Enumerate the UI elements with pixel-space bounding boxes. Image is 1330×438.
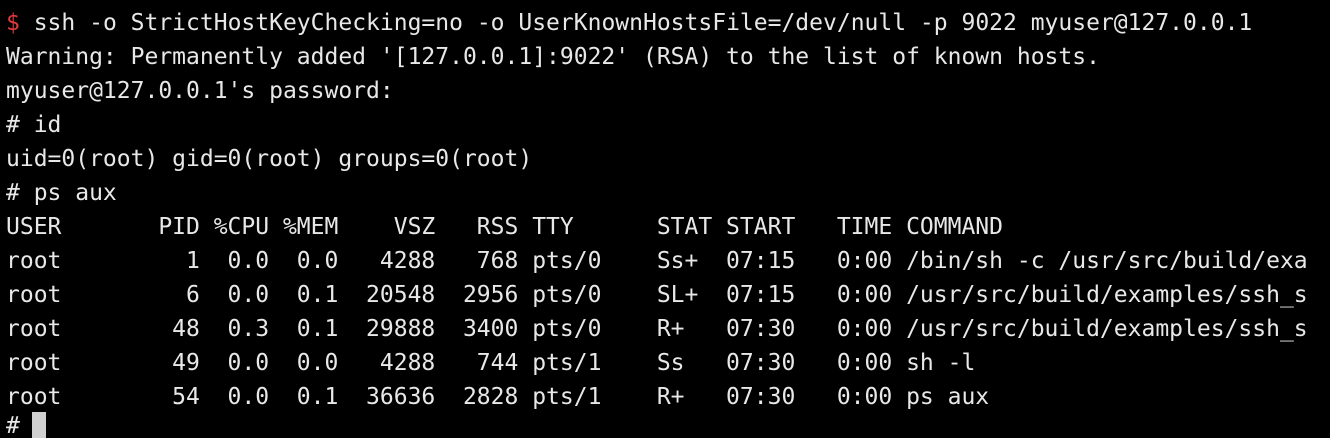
terminal-line-id-output: uid=0(root) gid=0(root) groups=0(root) [6, 146, 533, 172]
terminal-line-password: myuser@127.0.0.1's password: [6, 78, 394, 104]
terminal-line-ps-command: # ps aux [6, 180, 117, 206]
ps-table-header: USER PID %CPU %MEM VSZ RSS TTY STAT STAR… [6, 214, 1003, 240]
ps-table-row: root 6 0.0 0.1 20548 2956 pts/0 SL+ 07:1… [6, 282, 1308, 308]
ps-table-row: root 48 0.3 0.1 29888 3400 pts/0 R+ 07:3… [6, 316, 1308, 342]
text-cursor[interactable] [31, 411, 46, 438]
ps-table-row: root 49 0.0 0.0 4288 744 pts/1 Ss 07:30 … [6, 350, 976, 376]
ps-table-row: root 54 0.0 0.1 36636 2828 pts/1 R+ 07:3… [6, 384, 990, 410]
terminal-line-id-command: # id [6, 112, 62, 138]
terminal-line-warning: Warning: Permanently added '[127.0.0.1]:… [6, 44, 1100, 70]
shell-prompt-dollar: $ [6, 10, 20, 36]
ps-table-row: root 1 0.0 0.0 4288 768 pts/0 Ss+ 07:15 … [6, 248, 1308, 274]
ssh-command-text: ssh -o StrictHostKeyChecking=no -o UserK… [19, 10, 1253, 36]
terminal-line-ssh-command: $ ssh -o StrictHostKeyChecking=no -o Use… [6, 6, 1252, 40]
terminal-window[interactable]: $ ssh -o StrictHostKeyChecking=no -o Use… [0, 0, 1330, 438]
shell-prompt-hash: # [6, 413, 20, 438]
terminal-current-prompt-line[interactable]: # [6, 409, 46, 438]
top-edge [0, 0, 1330, 3]
